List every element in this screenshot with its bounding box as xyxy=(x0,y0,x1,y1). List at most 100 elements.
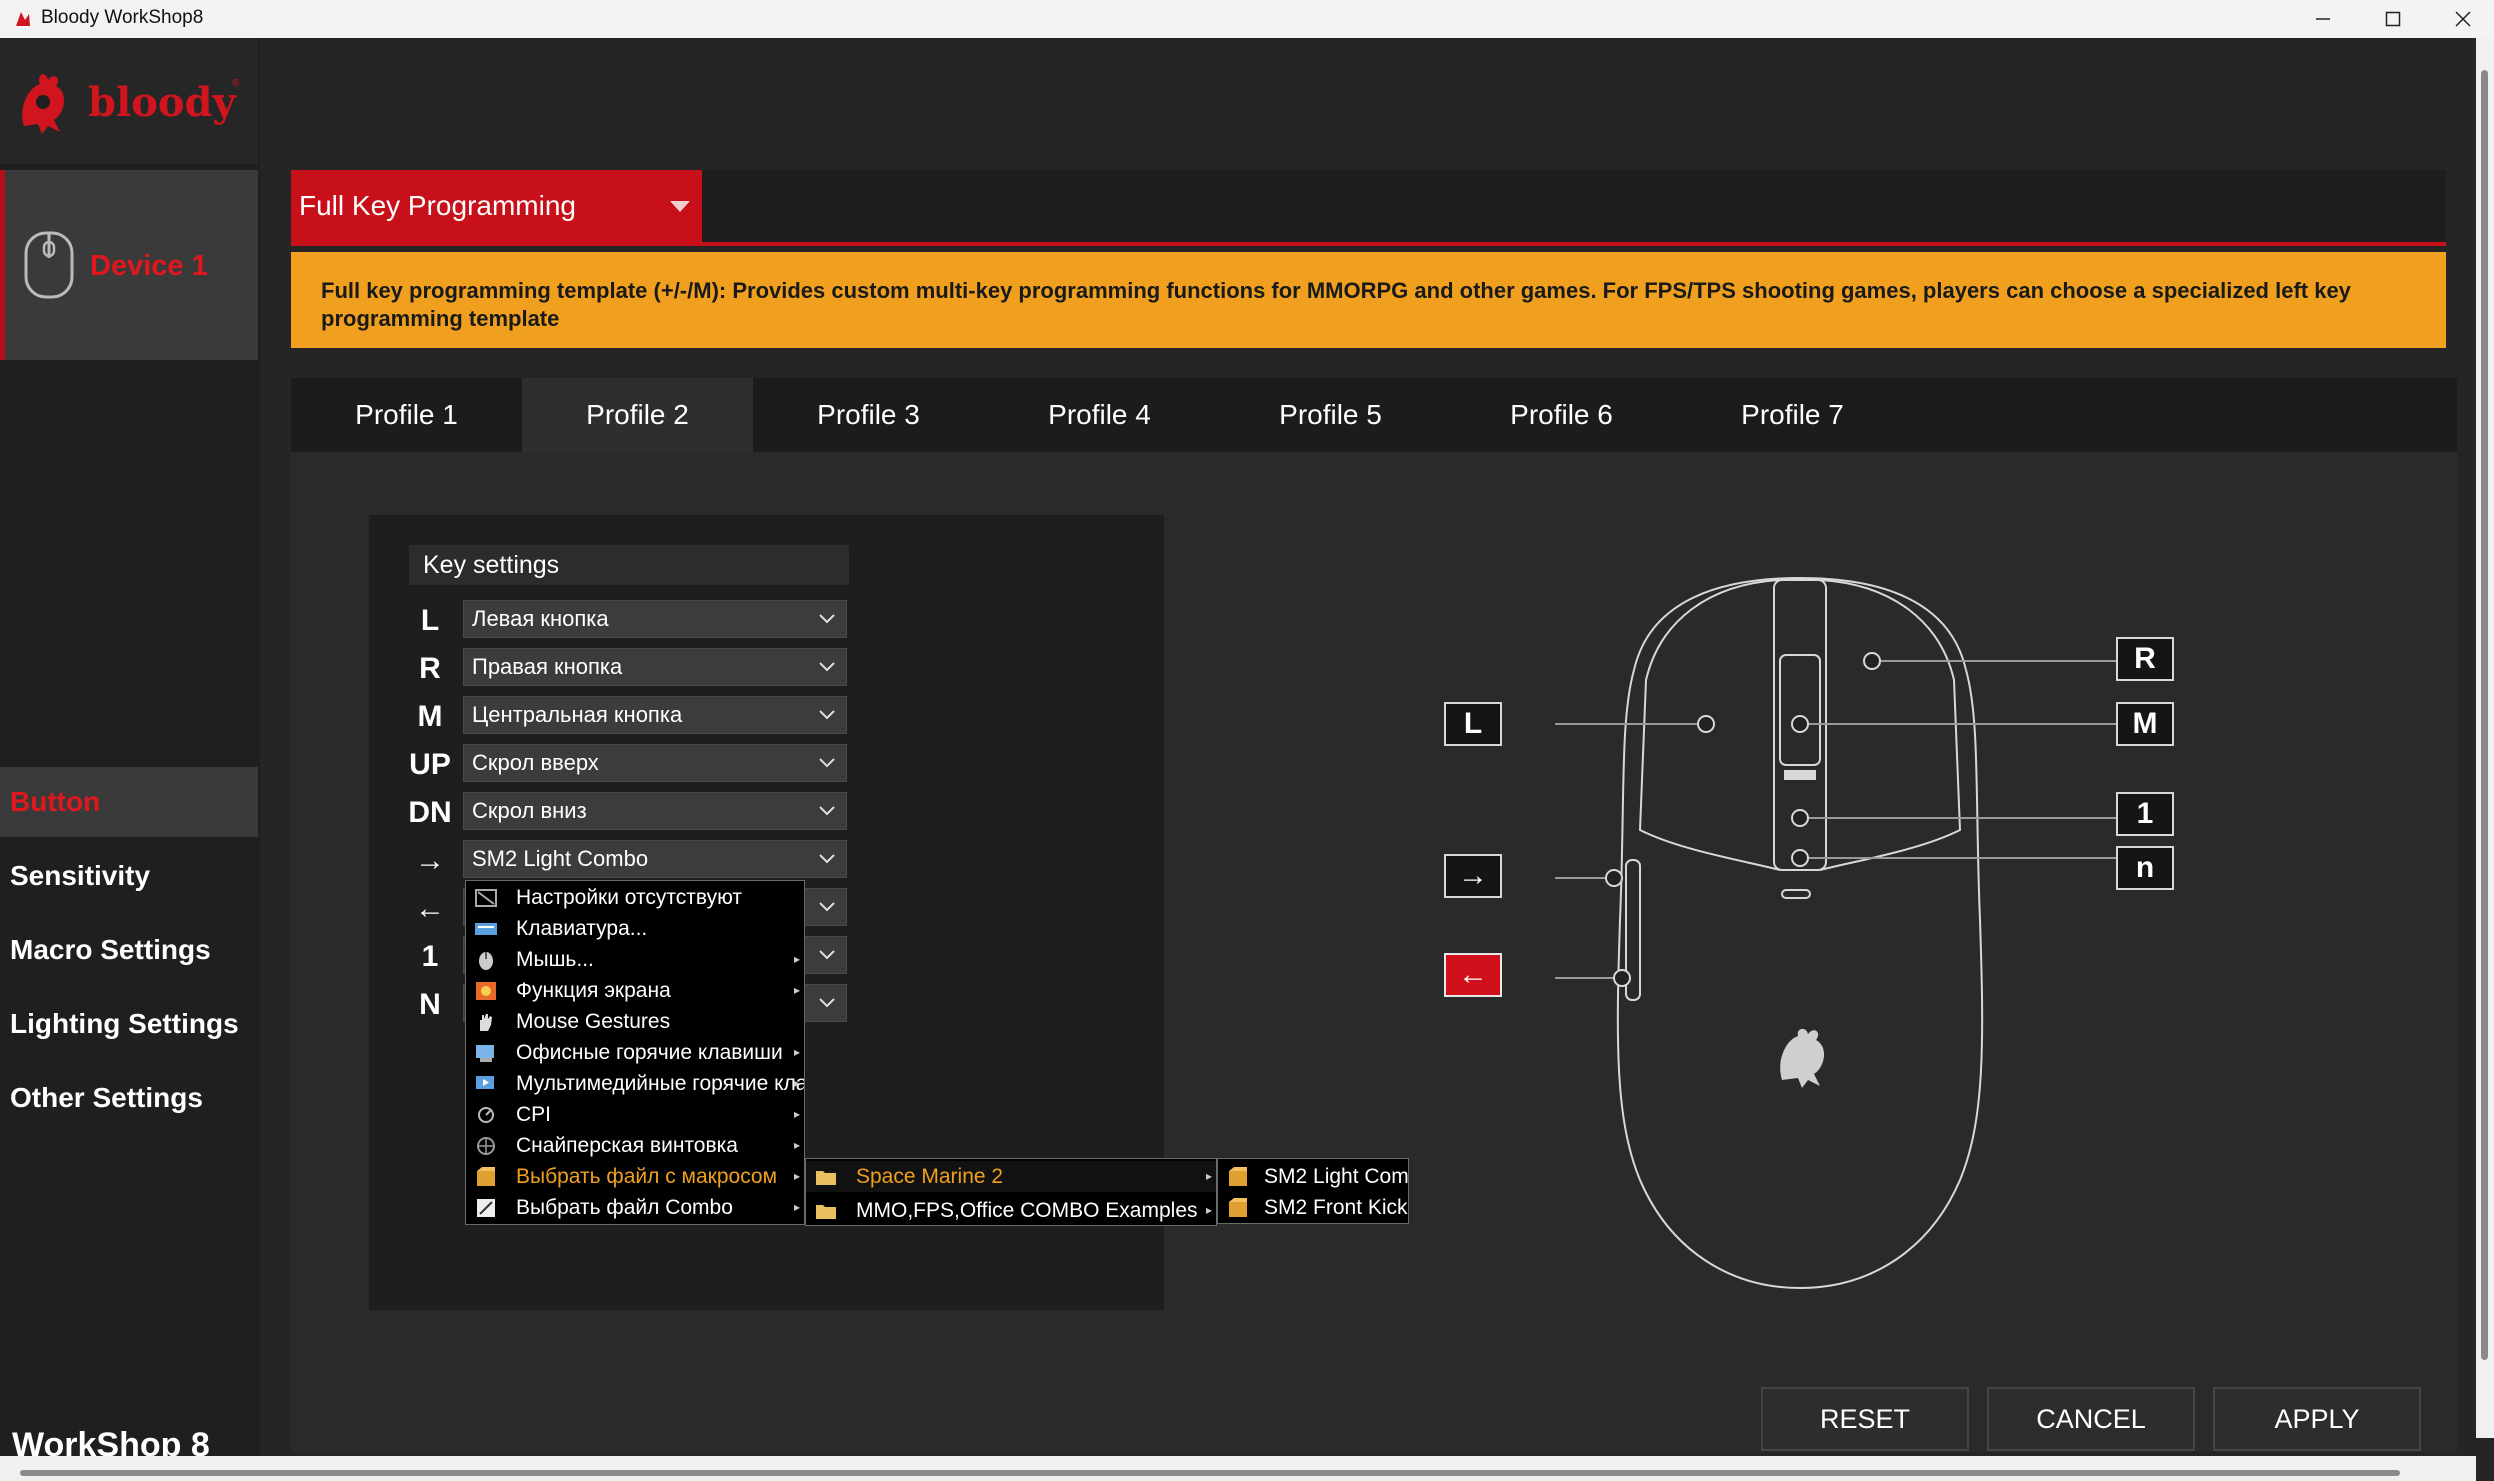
folder-label: Space Marine 2 xyxy=(856,1164,1004,1188)
minimize-button[interactable] xyxy=(2288,0,2358,38)
submenu-arrow-icon: ▸ xyxy=(793,1076,800,1090)
menu-item-select-combo-file[interactable]: Выбрать файл Combo ▸ xyxy=(466,1192,804,1223)
template-description-banner: Full key programming template (+/-/M): P… xyxy=(291,252,2446,348)
callout-r[interactable]: R xyxy=(2116,637,2174,681)
callout-1[interactable]: 1 xyxy=(2116,792,2174,836)
callout-l[interactable]: L xyxy=(1444,702,1502,746)
tab-profile-4[interactable]: Profile 4 xyxy=(984,378,1215,452)
file-sm2-front-kick[interactable]: SM2 Front Kick xyxy=(1218,1192,1408,1223)
tab-profile-3[interactable]: Profile 3 xyxy=(753,378,984,452)
tab-profile-7[interactable]: Profile 7 xyxy=(1677,378,1908,452)
menu-item-office-hotkeys[interactable]: Офисные горячие клавиши ▸ xyxy=(466,1037,804,1068)
nav-lighting-settings[interactable]: Lighting Settings xyxy=(0,989,258,1059)
key-dropdown-m[interactable]: Центральная кнопка xyxy=(463,696,847,734)
key-label-r: R xyxy=(419,652,441,685)
macro-file-icon xyxy=(1229,1197,1247,1217)
menu-item-label: Клавиатура... xyxy=(516,916,648,940)
logo-area: bloody ® xyxy=(0,38,258,164)
submenu-arrow-icon: ▸ xyxy=(1205,1203,1212,1217)
menu-item-label: Выбрать файл с макросом xyxy=(516,1164,778,1188)
tab-label: Profile 2 xyxy=(586,399,689,430)
vertical-scroll-thumb[interactable] xyxy=(2481,70,2488,1360)
bloody-logo: bloody ® xyxy=(22,74,240,134)
tab-profile-6[interactable]: Profile 6 xyxy=(1446,378,1677,452)
window-title: Bloody WorkShop8 xyxy=(41,7,204,28)
menu-item-label: Офисные горячие клавиши xyxy=(516,1040,783,1064)
nav-other-settings-label: Other Settings xyxy=(10,1082,203,1113)
key-label-1: 1 xyxy=(421,940,439,973)
folder-space-marine-2[interactable]: Space Marine 2 ▸ xyxy=(806,1161,1216,1192)
menu-item-sniper-rifle[interactable]: Снайперская винтовка ▸ xyxy=(466,1130,804,1161)
key-dropdown-value: SM2 Light Combo xyxy=(472,846,649,871)
nav-other-settings[interactable]: Other Settings xyxy=(0,1063,258,1133)
file-label: SM2 Light Coml xyxy=(1264,1164,1408,1188)
nav-button-label: Button xyxy=(10,786,101,817)
menu-item-no-settings[interactable]: Настройки отсутствуют xyxy=(466,882,804,913)
menu-item-cpi[interactable]: CPI ▸ xyxy=(466,1099,804,1130)
callout-n[interactable]: n xyxy=(2116,846,2174,890)
mode-underline xyxy=(291,242,2446,246)
tab-profile-2[interactable]: Profile 2 xyxy=(522,378,753,452)
no-settings-icon xyxy=(475,888,497,907)
svg-text:®: ® xyxy=(232,78,240,89)
tab-profile-5[interactable]: Profile 5 xyxy=(1215,378,1446,452)
nav-sensitivity[interactable]: Sensitivity xyxy=(0,841,258,911)
submenu-arrow-icon: ▸ xyxy=(1205,1169,1212,1183)
tab-label: Profile 7 xyxy=(1741,399,1844,430)
horizontal-scroll-thumb[interactable] xyxy=(20,1470,2400,1476)
folder-mmo-fps-office[interactable]: MMO,FPS,Office COMBO Examples ▸ xyxy=(806,1195,1216,1226)
cancel-button[interactable]: CANCEL xyxy=(1987,1387,2195,1451)
key-dropdown-l[interactable]: Левая кнопка xyxy=(463,600,847,638)
menu-item-screen-function[interactable]: Функция экрана ▸ xyxy=(466,975,804,1006)
tab-label: Profile 5 xyxy=(1279,399,1382,430)
key-dropdown-dn[interactable]: Скрол вниз xyxy=(463,792,847,830)
file-sm2-light-combo[interactable]: SM2 Light Coml xyxy=(1218,1161,1408,1192)
key-dropdown-value: Центральная кнопка xyxy=(472,702,683,727)
maximize-button[interactable] xyxy=(2358,0,2428,38)
key-dropdown-r[interactable]: Правая кнопка xyxy=(463,648,847,686)
callout-back[interactable]: ← xyxy=(1444,953,1502,997)
logo-text: bloody xyxy=(88,79,237,126)
chevron-down-icon xyxy=(819,806,835,816)
nav-macro-settings-label: Macro Settings xyxy=(10,934,211,965)
menu-item-select-macro-file[interactable]: Выбрать файл с макросом ▸ xyxy=(466,1161,804,1192)
callout-m[interactable]: M xyxy=(2116,702,2174,746)
key-dropdown-up[interactable]: Скрол вверх xyxy=(463,744,847,782)
mode-dropdown[interactable]: Full Key Programming xyxy=(291,170,702,242)
folder-icon xyxy=(816,1204,836,1219)
menu-item-label: Mouse Gestures xyxy=(516,1009,671,1033)
menu-item-keyboard[interactable]: Клавиатура... xyxy=(466,913,804,944)
nav-button[interactable]: Button xyxy=(0,767,258,837)
macro-file-icon xyxy=(477,1166,495,1186)
mouse-body-outline xyxy=(1616,576,1984,1290)
reset-button[interactable]: RESET xyxy=(1761,1387,1969,1451)
key-label-forward: → xyxy=(415,844,445,877)
callout-forward[interactable]: → xyxy=(1444,854,1502,898)
submenu-arrow-icon: ▸ xyxy=(793,1045,800,1059)
menu-item-mouse-gestures[interactable]: Mouse Gestures xyxy=(466,1006,804,1037)
mouse-icon xyxy=(479,951,493,970)
close-button[interactable] xyxy=(2428,0,2494,38)
tab-profile-1[interactable]: Profile 1 xyxy=(291,378,522,452)
menu-item-mouse[interactable]: Мышь... ▸ xyxy=(466,944,804,975)
key-dropdown-forward[interactable]: SM2 Light Combo xyxy=(463,840,847,878)
submenu-arrow-icon: ▸ xyxy=(793,1169,800,1183)
menu-item-label: Функция экрана xyxy=(516,978,671,1002)
cpi-icon xyxy=(478,1106,494,1123)
key-label-m: M xyxy=(417,700,443,733)
apply-button[interactable]: APPLY xyxy=(2213,1387,2421,1451)
hand-gesture-icon xyxy=(480,1013,492,1031)
mouse-scroll-wheel xyxy=(1779,654,1821,766)
menu-item-multimedia-hotkeys[interactable]: Мультимедийные горячие кла ▸ xyxy=(466,1068,804,1099)
nav-macro-settings[interactable]: Macro Settings xyxy=(0,915,258,985)
key-label-back: ← xyxy=(415,892,445,925)
title-bar: Bloody WorkShop8 xyxy=(0,0,2494,38)
macro-file-icon xyxy=(1229,1166,1247,1186)
nav-sensitivity-label: Sensitivity xyxy=(10,860,151,891)
folder-icon xyxy=(816,1170,836,1185)
menu-item-label: Мышь... xyxy=(516,947,594,971)
menu-item-label: Настройки отсутствуют xyxy=(516,885,743,909)
sniper-scope-icon xyxy=(477,1136,495,1155)
horizontal-scrollbar[interactable] xyxy=(0,1456,2476,1481)
key-dropdown-value: Скрол вверх xyxy=(472,750,599,775)
